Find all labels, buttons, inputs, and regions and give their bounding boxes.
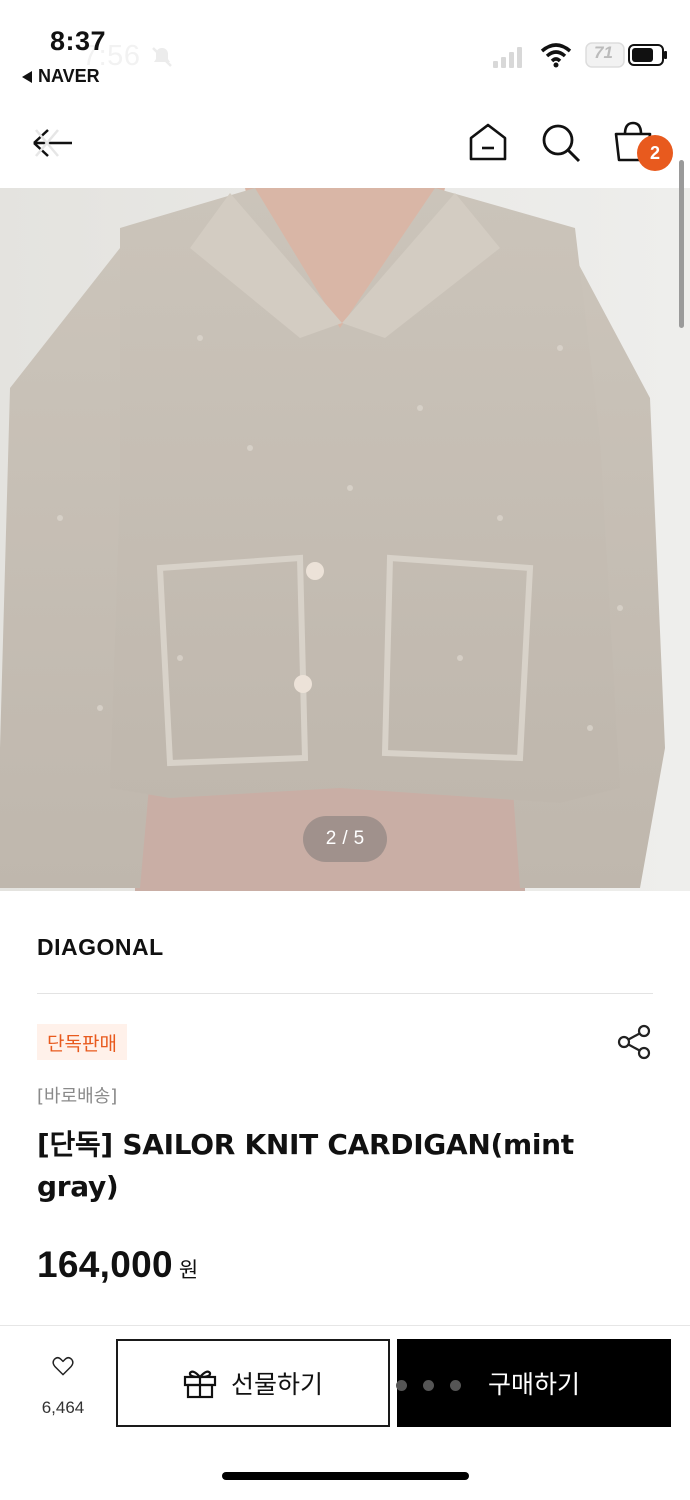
price-unit: 원 — [178, 1258, 199, 1282]
product-photo — [0, 188, 690, 891]
brand-name[interactable]: DIAGONAL — [37, 934, 164, 961]
pager-separator: / — [342, 828, 348, 849]
back-to-app-link[interactable]: NAVER — [22, 66, 100, 87]
pager-total: 5 — [353, 828, 365, 849]
wifi-icon — [540, 43, 572, 68]
search-icon[interactable] — [540, 122, 582, 164]
product-price: 164,000 원 — [37, 1244, 198, 1286]
bottom-bar-divider — [0, 1325, 690, 1326]
wish-count: 6,464 — [41, 1398, 85, 1417]
top-nav — [0, 100, 690, 188]
battery-level: 71 — [594, 43, 613, 62]
gift-icon — [183, 1370, 217, 1399]
status-time: 8:37 — [50, 26, 107, 56]
close-back-icon[interactable] — [30, 124, 76, 162]
divider — [37, 993, 653, 994]
gift-button[interactable]: 선물하기 — [116, 1339, 390, 1427]
status-bar: 7:56 8:37 NAVER 71 — [0, 0, 690, 100]
page-scrollbar[interactable] — [679, 160, 684, 328]
home-indicator[interactable] — [222, 1472, 469, 1480]
gift-label: 선물하기 — [230, 1370, 323, 1399]
delivery-tag: [바로배송] — [37, 1086, 118, 1107]
price-value: 164,000 — [37, 1244, 173, 1285]
dot — [423, 1380, 434, 1391]
signal-icon — [493, 47, 522, 68]
loading-dots — [396, 1380, 461, 1391]
exclusive-badge: 단독판매 — [37, 1024, 127, 1060]
back-triangle-icon — [22, 70, 32, 83]
home-icon[interactable] — [467, 122, 509, 162]
heart-icon[interactable] — [28, 1354, 98, 1394]
image-pager: 2 / 5 — [303, 816, 387, 862]
share-icon[interactable] — [614, 1022, 654, 1062]
dot — [396, 1380, 407, 1391]
dot — [450, 1380, 461, 1391]
cart-count-badge: 2 — [637, 135, 673, 171]
bell-muted-icon — [152, 47, 172, 67]
back-app-label: NAVER — [38, 66, 100, 86]
product-title: [단독] SAILOR KNIT CARDIGAN(mint gray) — [37, 1128, 574, 1203]
pager-current: 2 — [325, 828, 337, 849]
buy-label: 구매하기 — [487, 1370, 580, 1399]
product-image-gallery[interactable] — [0, 188, 690, 891]
